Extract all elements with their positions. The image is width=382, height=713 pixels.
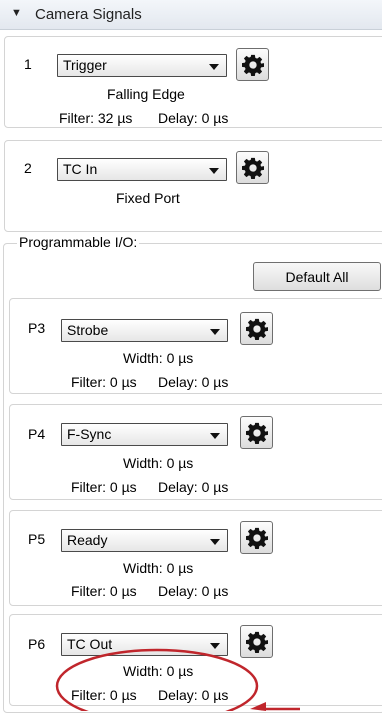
dropdown-value: F-Sync (67, 426, 112, 442)
port-p5-delay: Delay: 0 µs (158, 583, 229, 599)
camera-signals-header[interactable]: ▼ Camera Signals (0, 0, 382, 30)
chevron-down-icon (209, 64, 219, 70)
signal-number: 2 (24, 160, 32, 176)
chevron-down-icon (209, 168, 219, 174)
default-all-button[interactable]: Default All (253, 262, 381, 291)
signal-2-dropdown[interactable]: TC In (57, 158, 227, 181)
gear-icon (246, 422, 268, 444)
port-p4-dropdown[interactable]: F-Sync (61, 423, 228, 446)
gear-icon (246, 527, 268, 549)
port-p3-delay: Delay: 0 µs (158, 374, 229, 390)
port-p6-settings-button[interactable] (240, 625, 273, 658)
chevron-down-icon (210, 433, 220, 439)
dropdown-value: TC In (63, 161, 98, 177)
port-p6-delay: Delay: 0 µs (158, 687, 229, 703)
signal-1-delay: Delay: 0 µs (158, 110, 229, 126)
port-p6-filter: Filter: 0 µs (71, 687, 137, 703)
dropdown-value: Ready (67, 532, 108, 548)
dropdown-value: Strobe (67, 322, 109, 338)
port-p5-dropdown[interactable]: Ready (61, 529, 228, 552)
port-p3-width: Width: 0 µs (123, 350, 194, 366)
port-p4-delay: Delay: 0 µs (158, 479, 229, 495)
port-p3-dropdown[interactable]: Strobe (61, 319, 228, 342)
signal-1-settings-button[interactable] (236, 48, 269, 81)
port-p4-width: Width: 0 µs (123, 455, 194, 471)
dropdown-value: TC Out (67, 636, 113, 652)
chevron-down-icon (210, 539, 220, 545)
port-number: P3 (28, 320, 46, 336)
port-p6-dropdown[interactable]: TC Out (61, 633, 228, 656)
port-p5-width: Width: 0 µs (123, 560, 194, 576)
port-p4-filter: Filter: 0 µs (71, 479, 137, 495)
section-title: Camera Signals (35, 6, 142, 23)
signal-2-mode: Fixed Port (116, 190, 180, 206)
signal-2-settings-button[interactable] (236, 151, 269, 184)
port-p5-filter: Filter: 0 µs (71, 583, 137, 599)
dropdown-value: Trigger (63, 57, 107, 73)
gear-icon (246, 631, 268, 653)
gear-icon (242, 157, 264, 179)
signal-panel-2 (4, 140, 382, 232)
signal-1-mode: Falling Edge (107, 86, 185, 102)
programmable-io-label: Programmable I/O: (17, 234, 140, 250)
port-p6-width: Width: 0 µs (123, 663, 194, 679)
port-number: P6 (28, 636, 46, 652)
port-p3-settings-button[interactable] (240, 312, 273, 345)
signal-1-dropdown[interactable]: Trigger (57, 54, 227, 77)
chevron-down-icon (210, 643, 220, 649)
signal-number: 1 (24, 56, 32, 72)
signal-1-filter: Filter: 32 µs (59, 110, 133, 126)
port-p5-settings-button[interactable] (240, 521, 273, 554)
gear-icon (242, 54, 264, 76)
port-number: P4 (28, 426, 46, 442)
port-number: P5 (28, 531, 46, 547)
chevron-down-icon (210, 329, 220, 335)
gear-icon (246, 318, 268, 340)
collapse-triangle-icon[interactable]: ▼ (11, 7, 22, 19)
port-p3-filter: Filter: 0 µs (71, 374, 137, 390)
port-p4-settings-button[interactable] (240, 416, 273, 449)
